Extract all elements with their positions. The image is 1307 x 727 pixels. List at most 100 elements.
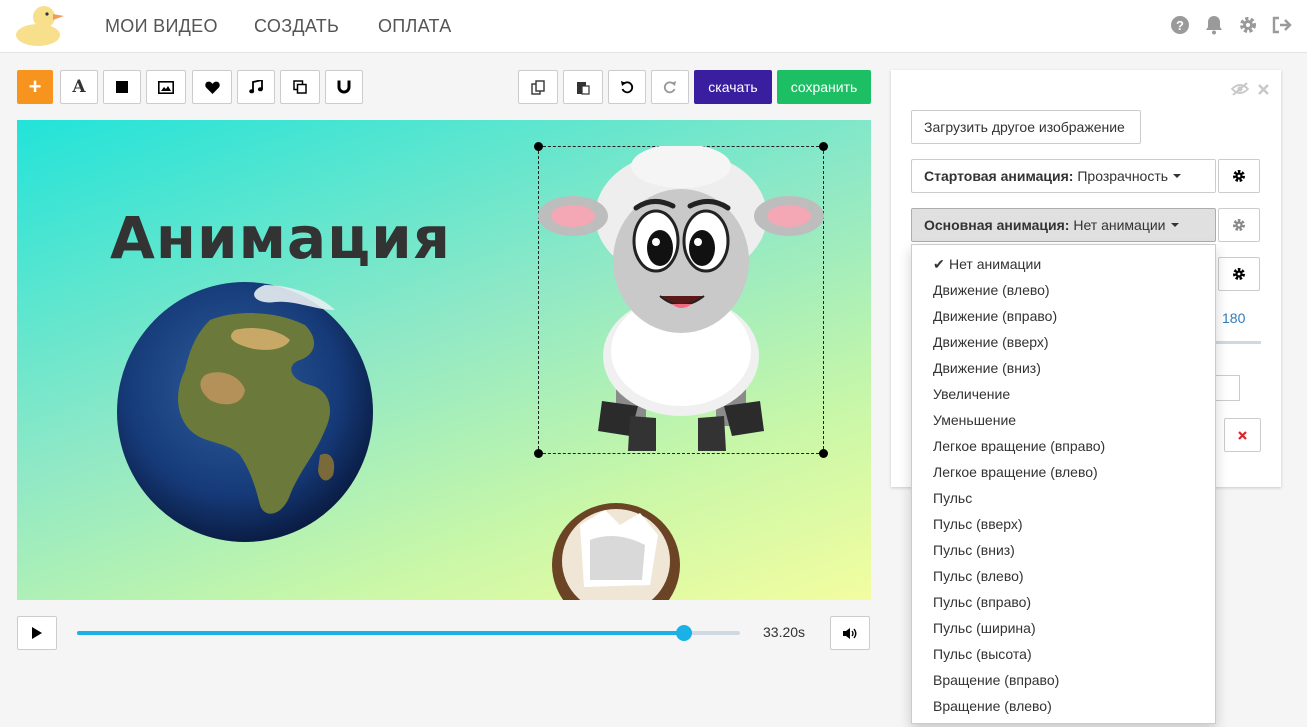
close-icon — [1238, 430, 1247, 440]
current-time: 33.20s — [763, 624, 806, 640]
dropdown-option[interactable]: Пульс (вниз) — [912, 537, 1215, 563]
volume-button[interactable] — [830, 616, 870, 650]
hide-icon[interactable] — [1231, 82, 1249, 96]
paste-icon — [577, 81, 590, 95]
image-tool-button[interactable] — [146, 70, 186, 104]
nav-my-videos[interactable]: МОИ ВИДЕО — [105, 16, 218, 37]
play-button[interactable] — [17, 616, 57, 650]
dropdown-option-label: Пульс (вправо) — [933, 594, 1032, 610]
music-tool-button[interactable] — [237, 70, 275, 104]
undo-button[interactable] — [608, 70, 646, 104]
duck-logo[interactable] — [14, 3, 66, 47]
caret-down-icon — [1173, 174, 1182, 178]
redo-icon — [663, 81, 676, 94]
dropdown-option[interactable]: Движение (вниз) — [912, 355, 1215, 381]
dropdown-option[interactable]: Пульс (ширина) — [912, 615, 1215, 641]
start-animation-value: Прозрачность — [1077, 168, 1169, 184]
input-field[interactable] — [1216, 375, 1240, 401]
dropdown-option[interactable]: Пульс (влево) — [912, 563, 1215, 589]
dropdown-option[interactable]: Вращение (вправо) — [912, 667, 1215, 693]
timeline-slider[interactable] — [77, 625, 740, 641]
video-canvas[interactable]: Анимация — [17, 120, 871, 600]
coconut-image[interactable] — [550, 495, 682, 600]
duration-slider-track[interactable] — [1216, 341, 1261, 344]
dropdown-option-label: Легкое вращение (вправо) — [933, 438, 1106, 454]
dropdown-option[interactable]: Легкое вращение (влево) — [912, 459, 1215, 485]
sheep-image[interactable] — [538, 146, 824, 454]
dropdown-option-label: Пульс (влево) — [933, 568, 1024, 584]
text-tool-button[interactable]: A — [60, 70, 98, 104]
top-navbar: МОИ ВИДЕО СОЗДАТЬ ОПЛАТА ? — [0, 0, 1307, 53]
dropdown-option[interactable]: Движение (вверх) — [912, 329, 1215, 355]
dropdown-option-label: Пульс (вниз) — [933, 542, 1015, 558]
dropdown-option[interactable]: Легкое вращение (вправо) — [912, 433, 1215, 459]
dropdown-option[interactable]: Уменьшение — [912, 407, 1215, 433]
sticker-tool-button[interactable] — [192, 70, 232, 104]
dropdown-option-label: Уменьшение — [933, 412, 1017, 428]
upload-image-button[interactable]: Загрузить другое изображение — [911, 110, 1141, 144]
dropdown-option[interactable]: Пульс (вправо) — [912, 589, 1215, 615]
timeline-thumb[interactable] — [675, 625, 692, 641]
play-icon — [32, 627, 42, 639]
dropdown-option-label: Пульс (ширина) — [933, 620, 1036, 636]
delete-button[interactable] — [1224, 418, 1261, 452]
logout-icon[interactable] — [1271, 14, 1293, 36]
image-icon — [158, 80, 174, 94]
main-animation-dropdown: ✔ Нет анимации Движение (влево) Движение (в… — [911, 244, 1216, 724]
paste-button[interactable] — [563, 70, 603, 104]
main-animation-select[interactable]: Основная анимация: Нет анимации — [911, 208, 1216, 242]
gear-icon — [1233, 219, 1245, 231]
end-animation-settings-button[interactable] — [1218, 257, 1260, 291]
dropdown-option-label: Движение (вверх) — [933, 334, 1049, 350]
dropdown-option-label: Нет анимации — [949, 256, 1042, 272]
start-animation-key: Стартовая анимация: — [924, 168, 1074, 184]
help-icon[interactable]: ? — [1169, 14, 1191, 36]
dropdown-option-label: Вращение (вправо) — [933, 672, 1060, 688]
dropdown-option[interactable]: Пульс — [912, 485, 1215, 511]
shape-tool-button[interactable] — [103, 70, 141, 104]
heart-icon — [204, 81, 220, 94]
dropdown-option[interactable]: Вращение (влево) — [912, 693, 1215, 719]
dropdown-option[interactable]: ✔ Нет анимации — [912, 251, 1215, 277]
dropdown-option-label: Вращение (влево) — [933, 698, 1052, 714]
timeline-progress — [77, 631, 684, 635]
checkmark-icon: ✔ — [933, 256, 945, 272]
dropdown-option-label: Пульс — [933, 490, 973, 506]
nav-create[interactable]: СОЗДАТЬ — [254, 16, 339, 37]
gear-icon — [1233, 268, 1245, 280]
dropdown-option[interactable]: Пульс (высота) — [912, 641, 1215, 667]
svg-text:?: ? — [1176, 18, 1184, 33]
magnet-icon — [337, 80, 351, 94]
earth-image[interactable] — [115, 280, 375, 544]
dropdown-option-label: Движение (вниз) — [933, 360, 1041, 376]
dropdown-option[interactable]: Пульс (вверх) — [912, 511, 1215, 537]
duration-value: 180 — [1222, 310, 1246, 326]
square-icon — [116, 81, 128, 93]
dropdown-option[interactable]: Движение (вправо) — [912, 303, 1215, 329]
start-animation-settings-button[interactable] — [1218, 159, 1260, 193]
copy-button[interactable] — [518, 70, 558, 104]
music-note-icon — [249, 80, 263, 94]
canvas-title-text[interactable]: Анимация — [110, 204, 451, 272]
dropdown-option[interactable]: Увеличение — [912, 381, 1215, 407]
dropdown-option-label: Легкое вращение (влево) — [933, 464, 1098, 480]
dropdown-option-label: Движение (влево) — [933, 282, 1050, 298]
caret-down-icon — [1170, 223, 1179, 227]
add-button[interactable]: + — [17, 70, 53, 104]
main-animation-settings-button[interactable] — [1218, 208, 1260, 242]
close-icon[interactable] — [1258, 84, 1269, 95]
start-animation-select[interactable]: Стартовая анимация: Прозрачность — [911, 159, 1216, 193]
save-button[interactable]: сохранить — [777, 70, 871, 104]
dropdown-option-label: Пульс (высота) — [933, 646, 1032, 662]
nav-payment[interactable]: ОПЛАТА — [378, 16, 452, 37]
duplicate-tool-button[interactable] — [280, 70, 320, 104]
dropdown-option-label: Пульс (вверх) — [933, 516, 1023, 532]
main-animation-value: Нет анимации — [1073, 217, 1166, 233]
download-button[interactable]: скачать — [694, 70, 772, 104]
dropdown-option[interactable]: Движение (влево) — [912, 277, 1215, 303]
dropdown-option-label: Движение (вправо) — [933, 308, 1058, 324]
redo-button[interactable] — [651, 70, 689, 104]
magnet-tool-button[interactable] — [325, 70, 363, 104]
bell-icon[interactable] — [1203, 14, 1225, 36]
gear-icon[interactable] — [1237, 14, 1259, 36]
